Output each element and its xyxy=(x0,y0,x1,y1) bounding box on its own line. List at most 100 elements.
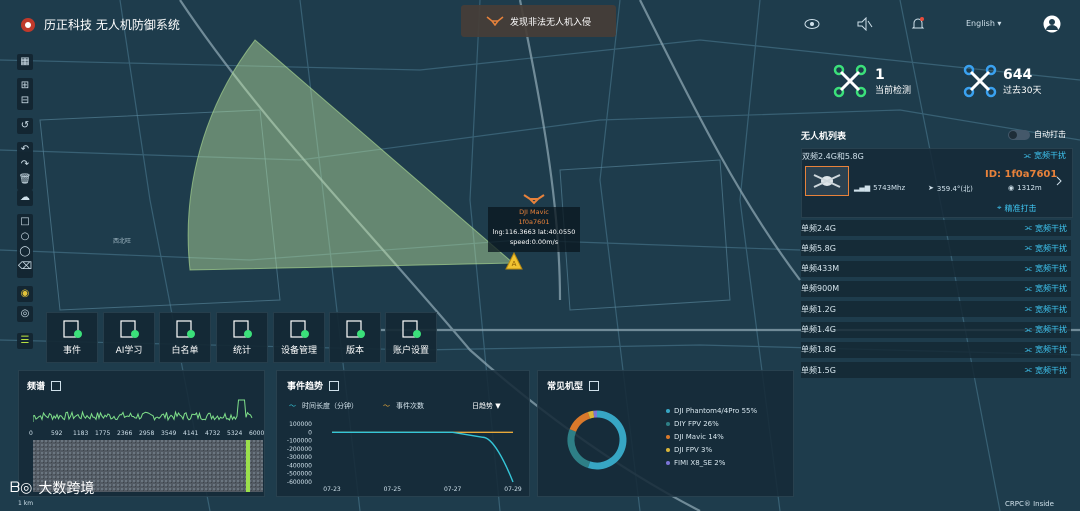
zoom-in-icon[interactable]: ⊞ xyxy=(17,78,33,93)
jam-label: 宽频干扰 xyxy=(1035,325,1067,334)
spectrum-tick: 3549 xyxy=(161,430,177,437)
quick-button-2[interactable]: 白名单 xyxy=(159,312,211,363)
spectrum-waveform xyxy=(33,399,253,422)
trend-range-select[interactable]: 日趋势 ▼ xyxy=(472,401,501,411)
band-row: 单频1.5G ⫘ 宽频干扰 xyxy=(801,362,1071,379)
band-jam-button[interactable]: ⫘ 宽频干扰 xyxy=(1025,223,1071,234)
dual-band-card: 双频2.4G和5.8G ⫘ 宽频干扰 ID: 1f0a7601 ▂▄▆ 5743Mh… xyxy=(801,148,1073,218)
jam-icon: ⫘ xyxy=(1024,223,1032,232)
precise-strike-label: 精准打击 xyxy=(1004,204,1037,213)
yellow-coin-icon[interactable]: ◉ xyxy=(17,286,33,301)
eraser-icon[interactable]: ⌫ xyxy=(17,259,33,274)
precise-strike-button[interactable]: ⌖ 精准打击 xyxy=(997,203,1037,214)
auto-strike-toggle[interactable]: 自动打击 xyxy=(1008,129,1066,140)
past-30-days-stat: 644 过去30天 xyxy=(963,64,1041,98)
uav-distance: ◉ 1312m xyxy=(1008,184,1042,192)
language-select[interactable]: English ▾ xyxy=(966,19,1001,28)
drone-green-icon xyxy=(833,64,867,98)
band-label: 单频1.2G xyxy=(801,304,836,314)
legend-dot xyxy=(666,447,670,452)
draw-rectangle-icon[interactable]: □ xyxy=(17,214,33,229)
signal-icon: ▂▄▆ xyxy=(854,184,871,192)
expand-icon[interactable] xyxy=(329,380,340,391)
bearing-value: 359.4°(北) xyxy=(936,185,973,193)
quick-button-5[interactable]: 版本 xyxy=(329,312,381,363)
jam-icon: ⫘ xyxy=(1024,324,1032,334)
list-tool: ☰ xyxy=(17,333,33,349)
drone-marker-icon[interactable] xyxy=(523,193,545,205)
band-jam-button[interactable]: ⫘ 宽频干扰 xyxy=(1025,344,1071,355)
auto-strike-switch[interactable] xyxy=(1008,129,1030,140)
jam-label: 宽频干扰 xyxy=(1035,243,1067,253)
app-header: 历正科技 无人机防御系统 xyxy=(20,16,180,33)
uav-frequency: ▂▄▆ 5743Mhz xyxy=(854,184,905,192)
target-icon[interactable]: ◎ xyxy=(17,306,33,321)
intrusion-alert-button[interactable]: 发现非法无人机入侵 xyxy=(461,5,616,37)
ai-learning-icon xyxy=(120,320,139,338)
zoom-controls: ⊞ ⊟ xyxy=(17,78,33,110)
drone-alert-icon xyxy=(486,16,504,26)
band-row: 单频900M ⫘ 宽频干扰 xyxy=(801,280,1071,297)
band-jam-button[interactable]: ⫘ 宽频干扰 xyxy=(1025,324,1071,335)
trend-header: 事件趋势 xyxy=(287,379,340,392)
quick-button-label: 统计 xyxy=(232,346,251,356)
event-trend-panel: 事件趋势 〜时间长度（分钟） 〜事件次数 日趋势 ▼ 100000 0 -10000… xyxy=(276,370,530,497)
speaker-mute-icon[interactable] xyxy=(857,17,873,31)
trend-x-tick: 07-23 xyxy=(323,486,341,493)
whitelist-icon xyxy=(176,320,195,338)
quick-button-0[interactable]: 事件 xyxy=(46,312,98,363)
legend-label: DIY FPV 26% xyxy=(674,419,719,428)
expand-icon[interactable] xyxy=(589,380,600,391)
trend-legend-count: 〜事件次数 xyxy=(383,401,424,411)
map-tool-layers[interactable]: ▦ xyxy=(17,54,33,70)
cloud-icon[interactable]: ☁ xyxy=(17,190,33,205)
model-legend-item: DJI FPV 3% xyxy=(666,443,757,456)
common-models-panel: 常见机型 DJI Phantom4/4Pro 55% DIY FPV 26% DJI… xyxy=(537,370,794,497)
coin-tool: ◉ xyxy=(17,286,33,302)
rotate-reset-icon[interactable]: ↺ xyxy=(17,118,33,133)
uav-thumbnail[interactable] xyxy=(805,166,849,196)
redo-icon[interactable]: ↷ xyxy=(17,157,33,172)
dual-band-jam-button[interactable]: ⫘ 宽频干扰 xyxy=(1024,150,1066,161)
quick-button-3[interactable]: 统计 xyxy=(216,312,268,363)
models-header: 常见机型 xyxy=(547,379,600,392)
eye-icon[interactable] xyxy=(804,18,820,30)
list-toggle-icon[interactable]: ☰ xyxy=(17,333,33,348)
band-jam-button[interactable]: ⫘ 宽频干扰 xyxy=(1025,304,1071,315)
jam-label: 宽频干扰 xyxy=(1035,304,1067,314)
quick-button-4[interactable]: 设备管理 xyxy=(273,312,325,363)
band-row: 单频1.4G ⫘ 宽频干扰 xyxy=(801,321,1071,338)
band-row: 单频5.8G ⫘ 宽频干扰 xyxy=(801,240,1071,257)
svg-text:A: A xyxy=(512,260,517,268)
spectrum-title: 频谱 xyxy=(27,382,46,392)
cloud-tool: ☁ xyxy=(17,190,33,206)
spectrum-x-axis: 0 592 1183 1775 2366 2958 3549 4141 4732 5324 6000 xyxy=(29,430,264,440)
donut-slice xyxy=(587,410,627,470)
quick-button-6[interactable]: 账户设置 xyxy=(385,312,437,363)
band-jam-button[interactable]: ⫘ 宽频干扰 xyxy=(1025,365,1071,376)
delete-icon[interactable]: 🗑 xyxy=(17,172,33,187)
draw-ellipse-icon[interactable]: ◯ xyxy=(17,244,33,259)
user-avatar-icon[interactable] xyxy=(1043,15,1061,33)
legend-duration-label: 时间长度（分钟） xyxy=(302,402,358,410)
band-jam-button[interactable]: ⫘ 宽频干扰 xyxy=(1025,243,1071,254)
band-label: 单频2.4G xyxy=(801,223,836,233)
zoom-out-icon[interactable]: ⊟ xyxy=(17,93,33,108)
logo-icon xyxy=(21,17,35,32)
legend-dot xyxy=(666,460,670,465)
trend-y-tick: -300000 xyxy=(287,454,312,461)
trend-y-tick: 100000 xyxy=(289,421,312,428)
detector-location-icon[interactable]: A xyxy=(505,251,523,271)
compass-arrow-icon: ➤ xyxy=(928,184,934,192)
band-jam-button[interactable]: ⫘ 宽频干扰 xyxy=(1025,263,1071,274)
chevron-right-icon[interactable] xyxy=(1055,176,1063,186)
drone-photo-icon xyxy=(813,174,841,188)
notification-bell-icon[interactable] xyxy=(910,16,926,32)
trend-legend-duration: 〜时间长度（分钟） xyxy=(289,401,358,411)
undo-icon[interactable]: ↶ xyxy=(17,142,33,157)
expand-icon[interactable] xyxy=(51,380,62,391)
watermark-brand: 大数跨境 xyxy=(38,481,95,497)
draw-circle-icon[interactable]: ○ xyxy=(17,229,33,244)
quick-button-1[interactable]: AI学习 xyxy=(103,312,155,363)
band-jam-button[interactable]: ⫘ 宽频干扰 xyxy=(1025,283,1071,294)
